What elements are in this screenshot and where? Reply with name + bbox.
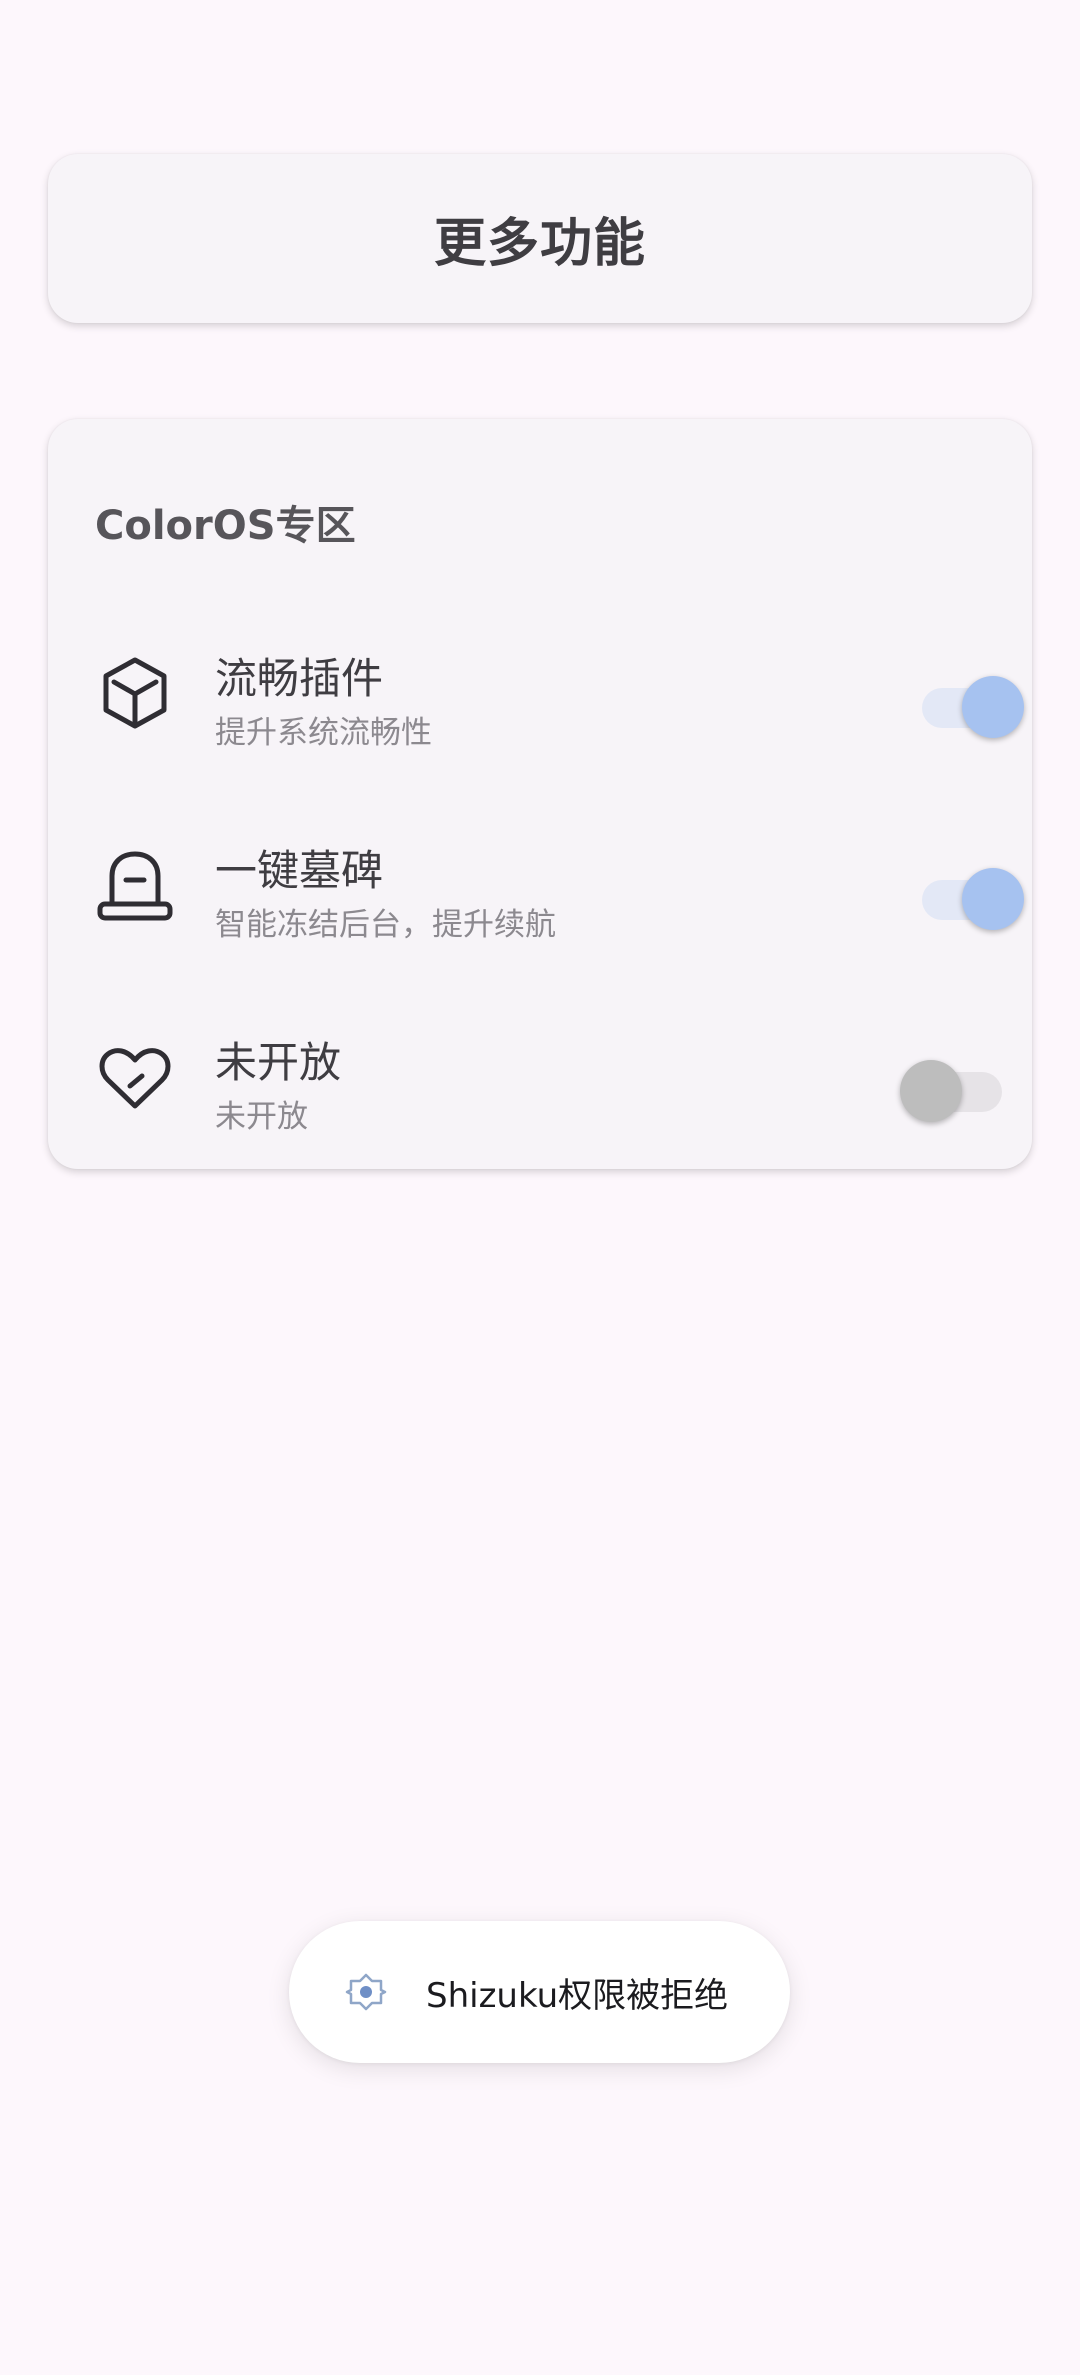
setting-row-not-open[interactable]: 未开放 未开放 [48,1001,1032,1151]
setting-subtitle: 提升系统流畅性 [215,715,432,751]
setting-title: 流畅插件 [215,654,384,703]
page-title: 更多功能 [433,214,646,274]
setting-row-one-key-tombstone[interactable]: 一键墓碑 智能冻结后台，提升续航 [48,809,1032,959]
smooth-plugin-toggle[interactable] [872,672,1024,742]
setting-title: 一键墓碑 [215,846,384,895]
tombstone-icon [94,844,176,926]
toggle-thumb [962,868,1024,930]
one-key-tombstone-toggle[interactable] [872,864,1024,934]
shizuku-icon [345,1971,387,2013]
setting-subtitle: 未开放 [215,1099,308,1135]
heart-icon [94,1036,176,1118]
cube-icon [94,652,176,734]
header-card: 更多功能 [48,154,1032,323]
setting-row-smooth-plugin[interactable]: 流畅插件 提升系统流畅性 [48,617,1032,767]
setting-subtitle: 智能冻结后台，提升续航 [215,907,556,943]
coloros-section-card: ColorOS专区 流畅插件 提升系统流畅性 一键墓碑 智能冻结后台，提升续航 [48,419,1032,1169]
section-title: ColorOS专区 [95,503,356,549]
toggle-thumb [900,1060,962,1122]
toggle-thumb [962,676,1024,738]
toast-text: Shizuku权限被拒绝 [426,1976,729,2016]
not-open-toggle[interactable] [872,1056,1002,1126]
setting-title: 未开放 [215,1038,342,1087]
toast-message: Shizuku权限被拒绝 [289,1921,790,2063]
